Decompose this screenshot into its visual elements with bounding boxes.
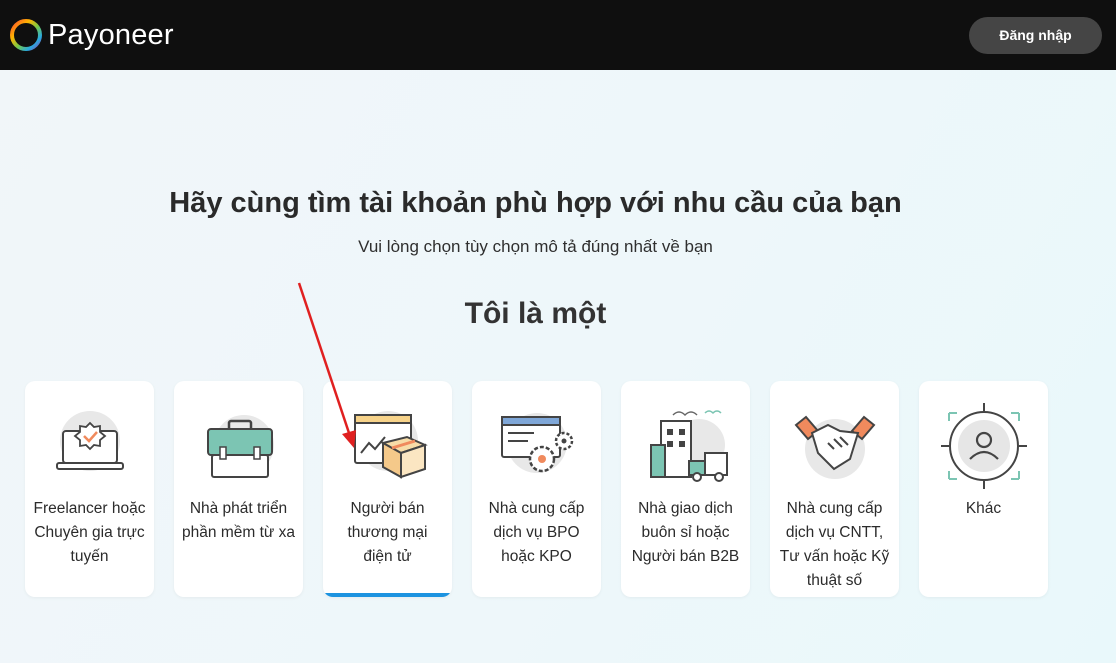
option-bpo-kpo-provider[interactable]: Nhà cung cấp dịch vụ BPO hoặc KPO — [472, 381, 601, 597]
option-label: Nhà cung cấp dịch vụ BPO hoặc KPO — [488, 500, 585, 565]
account-type-prompt: Tôi là một — [464, 297, 607, 330]
payoneer-logo[interactable]: Payoneer — [8, 17, 174, 53]
option-label: Người bán thương mại điện tử — [347, 500, 428, 565]
laptop-badge-icon — [55, 411, 124, 471]
user-target-icon — [940, 403, 1027, 489]
option-label: Nhà cung cấp dịch vụ CNTT, Tư vấn hoặc K… — [779, 500, 890, 589]
option-ecommerce-seller[interactable]: Người bán thương mại điện tử — [323, 381, 452, 597]
option-label: Nhà giao dịch buôn sỉ hoặc Người bán B2B — [631, 500, 740, 565]
briefcase-icon — [206, 415, 274, 478]
page-subtitle: Vui lòng chọn tùy chọn mô tả đúng nhất v… — [358, 237, 713, 256]
option-it-consulting[interactable]: Nhà cung cấp dịch vụ CNTT, Tư vấn hoặc K… — [770, 381, 899, 597]
ecommerce-box-icon — [353, 411, 428, 479]
top-navigation-bar: Payoneer Đăng nhập — [0, 0, 1116, 70]
brand-name: Payoneer — [48, 18, 174, 51]
window-gears-icon — [500, 413, 573, 473]
option-other[interactable]: Khác — [919, 381, 1048, 597]
option-software-developer[interactable]: Nhà phát triển phần mềm từ xa — [174, 381, 303, 597]
login-button[interactable]: Đăng nhập — [969, 16, 1102, 54]
option-label: Freelancer hoặc Chuyên gia trực tuyến — [33, 500, 146, 565]
option-freelancer[interactable]: Freelancer hoặc Chuyên gia trực tuyến — [25, 381, 154, 597]
page-title: Hãy cùng tìm tài khoản phù hợp với nhu c… — [169, 187, 902, 219]
handshake-icon — [794, 415, 875, 479]
option-label: Nhà phát triển phần mềm từ xa — [182, 500, 295, 541]
payoneer-ring-icon — [10, 19, 42, 51]
account-type-options: Freelancer hoặc Chuyên gia trực tuyến Nh… — [25, 381, 1048, 597]
option-wholesale-b2b[interactable]: Nhà giao dịch buôn sỉ hoặc Người bán B2B — [621, 381, 750, 597]
factory-truck-icon — [649, 410, 728, 482]
option-label: Khác — [965, 500, 1002, 517]
